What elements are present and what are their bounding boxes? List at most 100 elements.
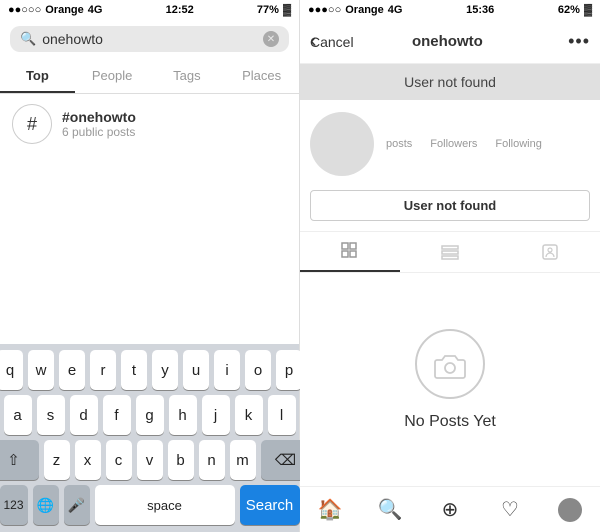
key-p[interactable]: p [276, 350, 302, 390]
key-k[interactable]: k [235, 395, 263, 435]
key-s[interactable]: s [37, 395, 65, 435]
profile-area: posts Followers Following [300, 100, 600, 184]
key-d[interactable]: d [70, 395, 98, 435]
list-view-tab[interactable] [400, 232, 500, 272]
search-tabs: Top People Tags Places [0, 58, 299, 94]
tab-people[interactable]: People [75, 58, 150, 93]
bottom-nav: 🏠 🔍 ⊕ ♡ [300, 486, 600, 532]
key-q[interactable]: q [0, 350, 23, 390]
keyboard-row-1: q w e r t y u i o p [2, 350, 297, 390]
keyboard-row-2: a s d f g h j k l [2, 395, 297, 435]
key-o[interactable]: o [245, 350, 271, 390]
battery-info-left: 77% ▓ [257, 4, 291, 16]
grid-view-tab[interactable] [300, 232, 400, 272]
stat-followers-label: Followers [430, 138, 477, 150]
stat-followers: Followers [430, 138, 477, 150]
network-type: 4G [88, 4, 103, 16]
clear-search-button[interactable]: ✕ [263, 31, 279, 47]
left-panel: ●●○○○ Orange 4G 12:52 77% ▓ 🔍 ✕ Top Peop… [0, 0, 300, 532]
carrier-info: ●●○○○ Orange 4G [8, 4, 102, 16]
key-globe[interactable]: 🌐 [33, 485, 59, 525]
battery-icon-left: ▓ [283, 4, 291, 16]
keyboard-row-4: 123 🌐 🎤 space Search [2, 485, 297, 525]
key-v[interactable]: v [137, 440, 163, 480]
signal-dots: ●●○○○ [8, 4, 41, 16]
tag-view-tab[interactable] [500, 232, 600, 272]
key-y[interactable]: y [152, 350, 178, 390]
profile-username: onehowto [327, 33, 568, 50]
key-w[interactable]: w [28, 350, 54, 390]
search-result-item[interactable]: # #onehowto 6 public posts [0, 94, 299, 154]
key-l[interactable]: l [268, 395, 296, 435]
nav-profile[interactable] [540, 487, 600, 532]
user-not-found-button[interactable]: User not found [310, 190, 590, 221]
carrier-name-right: Orange [345, 4, 384, 16]
key-a[interactable]: a [4, 395, 32, 435]
key-e[interactable]: e [59, 350, 85, 390]
key-i[interactable]: i [214, 350, 240, 390]
nav-heart[interactable]: ♡ [480, 487, 540, 532]
key-shift[interactable]: ⇧ [0, 440, 39, 480]
key-r[interactable]: r [90, 350, 116, 390]
person-tag-icon [541, 243, 559, 261]
key-x[interactable]: x [75, 440, 101, 480]
search-bar-container: 🔍 ✕ [0, 20, 299, 58]
time-left: 12:52 [166, 4, 194, 16]
carrier-name: Orange [45, 4, 84, 16]
right-panel: ●●●○○ Orange 4G 15:36 62% ▓ Cancel ‹ one… [300, 0, 600, 532]
keyboard: q w e r t y u i o p a s d f g h j k l ⇧ … [0, 344, 299, 532]
key-mic[interactable]: 🎤 [64, 485, 90, 525]
key-c[interactable]: c [106, 440, 132, 480]
key-m[interactable]: m [230, 440, 256, 480]
battery-percent-right: 62% [558, 4, 580, 16]
status-bar-right: ●●●○○ Orange 4G 15:36 62% ▓ [300, 0, 600, 20]
stat-posts-label: posts [386, 138, 412, 150]
user-not-found-text: User not found [404, 74, 496, 90]
result-text: #onehowto 6 public posts [62, 109, 136, 139]
stat-posts: posts [386, 138, 412, 150]
nav-add[interactable]: ⊕ [420, 487, 480, 532]
key-n[interactable]: n [199, 440, 225, 480]
key-j[interactable]: j [202, 395, 230, 435]
nav-search[interactable]: 🔍 [360, 487, 420, 532]
grid-icon [341, 242, 359, 260]
key-f[interactable]: f [103, 395, 131, 435]
key-g[interactable]: g [136, 395, 164, 435]
right-header: Cancel ‹ onehowto ••• [300, 20, 600, 64]
camera-icon [432, 346, 468, 382]
more-options-button[interactable]: ••• [568, 31, 590, 52]
key-space[interactable]: space [95, 485, 235, 525]
status-bar-left: ●●○○○ Orange 4G 12:52 77% ▓ [0, 0, 299, 20]
view-tabs [300, 231, 600, 273]
result-name: #onehowto [62, 109, 136, 125]
cancel-button[interactable]: Cancel [310, 34, 354, 50]
search-bar[interactable]: 🔍 ✕ [10, 26, 289, 52]
camera-circle-icon [415, 329, 485, 399]
profile-stats: posts Followers Following [386, 138, 542, 150]
key-t[interactable]: t [121, 350, 147, 390]
no-posts-area: No Posts Yet [300, 273, 600, 486]
key-u[interactable]: u [183, 350, 209, 390]
tab-top[interactable]: Top [0, 58, 75, 93]
time-right: 15:36 [466, 4, 494, 16]
tab-places[interactable]: Places [224, 58, 299, 93]
avatar [310, 112, 374, 176]
tab-tags[interactable]: Tags [150, 58, 225, 93]
nav-home[interactable]: 🏠 [300, 487, 360, 532]
search-button[interactable]: Search [240, 485, 300, 525]
battery-icon-right: ▓ [584, 4, 592, 16]
key-z[interactable]: z [44, 440, 70, 480]
battery-percent-left: 77% [257, 4, 279, 16]
stat-following: Following [495, 138, 541, 150]
search-input[interactable] [42, 31, 257, 47]
hashtag-icon: # [12, 104, 52, 144]
signal-dots-right: ●●●○○ [308, 4, 341, 16]
key-b[interactable]: b [168, 440, 194, 480]
key-h[interactable]: h [169, 395, 197, 435]
keyboard-row-3: ⇧ z x c v b n m ⌫ [2, 440, 297, 480]
battery-info-right: 62% ▓ [558, 4, 592, 16]
list-icon [441, 243, 459, 261]
carrier-info-right: ●●●○○ Orange 4G [308, 4, 402, 16]
key-numbers[interactable]: 123 [0, 485, 28, 525]
result-sub: 6 public posts [62, 125, 136, 139]
